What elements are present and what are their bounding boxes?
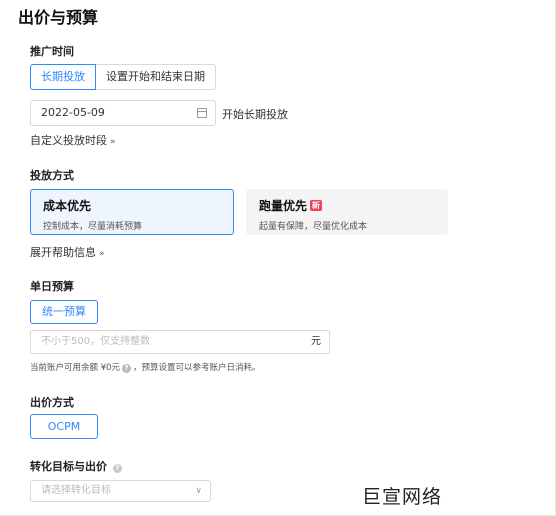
conversion-goal-label: 转化目标与出价 ? — [30, 458, 124, 474]
delivery-method-label: 投放方式 — [30, 169, 74, 182]
balance-hint: 当前账户可用余额 ¥0元? ，预算设置可以参考账户日消耗。 — [30, 361, 261, 373]
watermark-text: 巨宣网络 — [362, 486, 443, 508]
card-volume-priority-desc: 起量有保障，尽量优化成本 — [259, 222, 368, 232]
page-title: 出价与预算 — [18, 8, 99, 27]
card-cost-priority-desc: 控制成本，尽量消耗预算 — [43, 222, 143, 232]
budget-input-placeholder: 不小于500，仅支持整数 — [41, 336, 151, 347]
promo-time-label: 推广时间 — [30, 45, 74, 58]
calendar-icon[interactable] — [197, 108, 207, 118]
new-badge: 新 — [310, 200, 323, 211]
help-circle-icon[interactable]: ? — [122, 364, 132, 373]
expand-help-label: 展开帮助信息 — [30, 246, 96, 259]
card-volume-priority-title: 跑量优先 — [259, 199, 308, 213]
budget-input[interactable]: 不小于500，仅支持整数 元 — [30, 330, 330, 354]
conversion-goal-title: 转化目标与出价 — [30, 460, 107, 473]
balance-hint-pre: 当前账户可用余额 ¥0元 — [30, 363, 121, 373]
ocpm-button[interactable]: OCPM — [30, 414, 98, 439]
card-volume-priority[interactable]: 跑量优先新 起量有保障，尽量优化成本 — [246, 189, 448, 235]
tab-set-date-range[interactable]: 设置开始和结束日期 — [96, 64, 216, 90]
help-circle-icon[interactable]: ? — [112, 464, 122, 473]
chevron-down-icon: » — [110, 137, 116, 147]
card-cost-priority-title: 成本优先 — [43, 199, 92, 213]
conversion-goal-placeholder: 请选择转化目标 — [41, 485, 111, 496]
start-date-input[interactable]: 2022-05-09 — [30, 100, 216, 126]
start-date-value: 2022-05-09 — [41, 106, 105, 119]
balance-hint-post: ，预算设置可以参考账户日消耗。 — [133, 363, 261, 373]
custom-period-label: 自定义投放时段 — [30, 134, 107, 147]
conversion-goal-select[interactable]: 请选择转化目标 ∨ — [30, 480, 211, 502]
budget-unit: 元 — [311, 336, 321, 347]
daily-budget-label: 单日预算 — [30, 280, 74, 293]
bid-method-label: 出价方式 — [30, 396, 74, 409]
card-cost-priority[interactable]: 成本优先 控制成本，尽量消耗预算 — [30, 189, 234, 235]
chevron-down-icon: ∨ — [195, 486, 202, 496]
expand-help-toggle[interactable]: 展开帮助信息» — [30, 244, 105, 260]
promo-time-segmented: 长期投放 设置开始和结束日期 — [30, 64, 216, 90]
tab-long-term[interactable]: 长期投放 — [30, 64, 96, 90]
unified-budget-button[interactable]: 统一预算 — [30, 300, 98, 324]
custom-period-toggle[interactable]: 自定义投放时段» — [30, 132, 116, 148]
chevron-down-icon: » — [99, 249, 105, 259]
date-suffix-text: 开始长期投放 — [222, 108, 288, 121]
